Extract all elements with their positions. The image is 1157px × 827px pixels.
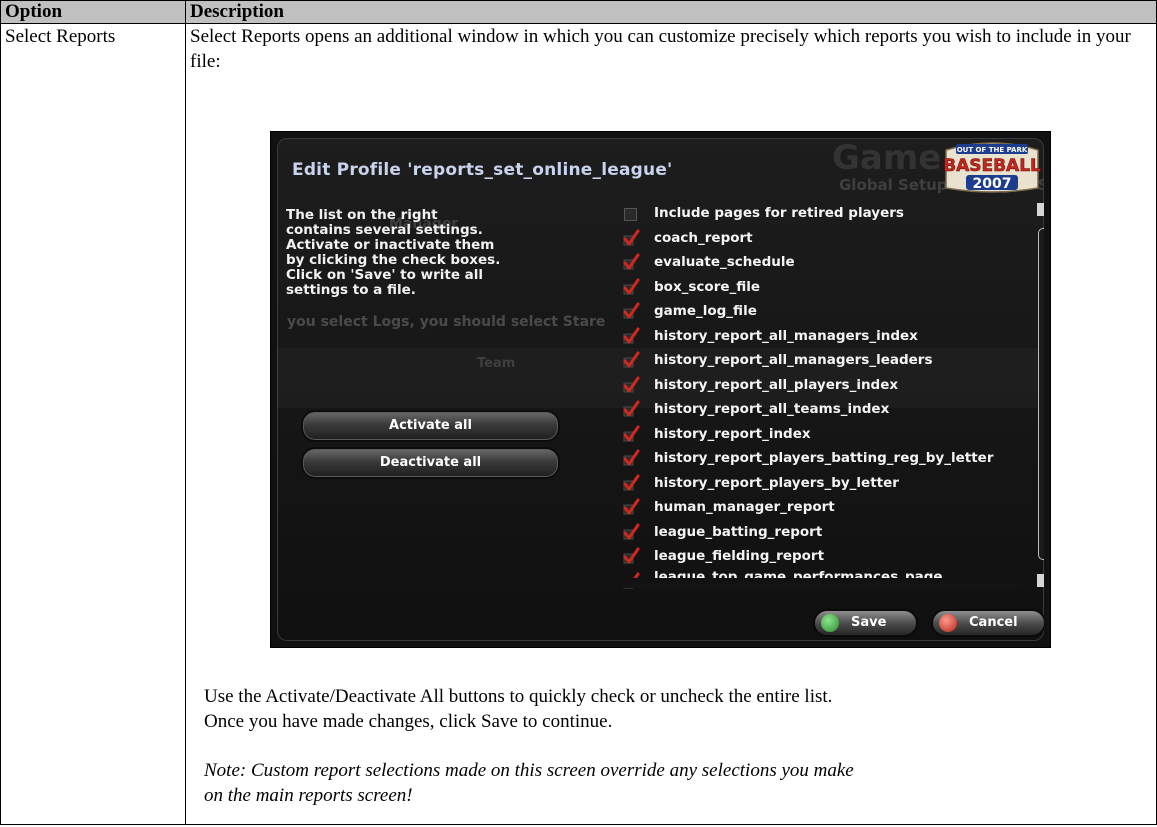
header-row: Option Description <box>0 0 1157 24</box>
checkbox-empty-icon[interactable] <box>624 208 637 221</box>
list-item[interactable]: league_batting_report <box>622 520 1022 545</box>
checkmark-icon[interactable] <box>622 278 640 296</box>
background-team: Team <box>477 356 516 371</box>
instructions-line2: Once you have made changes, click Save t… <box>204 711 613 732</box>
note-line1: Note: Custom report selections made on t… <box>204 760 854 781</box>
save-label: Save <box>851 615 887 630</box>
dialog-screenshot: Game Setup Global Setup & League Setup M… <box>270 131 1051 648</box>
list-item[interactable]: league_fielding_report <box>622 544 1022 569</box>
checkmark-icon[interactable] <box>622 302 640 320</box>
checkmark-icon[interactable] <box>622 253 640 271</box>
list-item-label: human_manager_report <box>654 499 835 515</box>
option-name-text: Select Reports <box>5 26 116 47</box>
logo-line2: BASEBALL <box>943 156 1041 176</box>
instructions-line1: Use the Activate/Deactivate All buttons … <box>204 686 833 707</box>
list-item-label: history_report_all_teams_index <box>654 401 890 417</box>
list-item[interactable]: human_manager_report <box>622 495 1022 520</box>
list-item[interactable]: box_score_file <box>622 275 1022 300</box>
cancel-icon <box>939 614 957 632</box>
list-item-label: history_report_all_managers_index <box>654 327 918 344</box>
checkmark-icon[interactable] <box>622 474 640 492</box>
list-item[interactable]: history_report_all_managers_leaders <box>622 348 1022 373</box>
deactivate-all-button[interactable]: Deactivate all <box>301 447 560 479</box>
checkmark-icon[interactable] <box>622 351 640 369</box>
list-item[interactable]: history_report_all_players_index <box>622 373 1022 398</box>
help-text: The list on the right contains several s… <box>286 207 501 298</box>
list-item-label: evaluate_schedule <box>654 254 795 270</box>
list-item[interactable]: Include pages for retired players <box>622 201 1022 226</box>
checkmark-icon[interactable] <box>622 327 640 345</box>
ootp-baseball-logo: OUT OF THE PARK BASEBALL 2007 <box>943 142 1041 193</box>
header-option: Option <box>0 0 186 24</box>
save-icon <box>821 614 839 632</box>
save-button[interactable]: Save <box>813 609 918 637</box>
list-item[interactable]: coach_report <box>622 226 1022 251</box>
list-item[interactable]: game_log_file <box>622 299 1022 324</box>
logo-line1: OUT OF THE PARK <box>957 146 1028 154</box>
dialog-title: Edit Profile 'reports_set_online_league' <box>292 160 673 180</box>
list-item-label: history_report_index <box>654 425 811 442</box>
checkmark-icon[interactable] <box>622 425 640 443</box>
list-item-label: history_report_all_players_index <box>654 376 899 393</box>
list-item-label: game_log_file <box>654 303 757 319</box>
header-description: Description <box>185 0 1157 24</box>
list-item-label: league_fielding_report <box>654 548 825 564</box>
checkmark-icon[interactable] <box>622 547 640 565</box>
list-fade <box>622 578 1022 588</box>
cancel-label: Cancel <box>969 615 1018 630</box>
checkmark-icon[interactable] <box>622 376 640 394</box>
scrollbar-thumb[interactable] <box>1038 228 1044 560</box>
list-item-label: Include pages for retired players <box>654 205 904 221</box>
logo-line3: 2007 <box>973 176 1012 192</box>
edit-profile-dialog: Game Setup Global Setup & League Setup M… <box>277 138 1044 641</box>
note-line2: on the main reports screen! <box>204 785 413 806</box>
list-item[interactable]: history_report_all_teams_index <box>622 397 1022 422</box>
checkmark-icon[interactable] <box>622 523 640 541</box>
checkmark-icon[interactable] <box>622 498 640 516</box>
list-item[interactable]: evaluate_schedule <box>622 250 1022 275</box>
checkmark-icon[interactable] <box>622 449 640 467</box>
list-item[interactable]: history_report_players_batting_reg_by_le… <box>622 446 1022 471</box>
list-item-label: coach_report <box>654 229 753 246</box>
list-item-label: history_report_players_batting_reg_by_le… <box>654 450 994 466</box>
instructions: Use the Activate/Deactivate All buttons … <box>204 684 832 734</box>
intro-text: Select Reports opens an additional windo… <box>190 26 1131 72</box>
list-item[interactable]: history_report_players_by_letter <box>622 471 1022 496</box>
checkmark-icon[interactable] <box>622 229 640 247</box>
list-item[interactable]: history_report_index <box>622 422 1022 447</box>
list-item-label: history_report_players_by_letter <box>654 474 899 491</box>
list-item-label: box_score_file <box>654 278 761 295</box>
note: Note: Custom report selections made on t… <box>204 758 854 808</box>
scroll-down-arrow-icon[interactable] <box>1037 574 1044 587</box>
report-list: Include pages for retired players coach_r… <box>622 201 1022 588</box>
list-item-label: league_batting_report <box>654 523 823 540</box>
background-hint: you select Logs, you should select Stare <box>287 314 606 330</box>
activate-all-button[interactable]: Activate all <box>301 410 560 442</box>
list-item[interactable]: history_report_all_managers_index <box>622 324 1022 349</box>
scroll-up-arrow-icon[interactable] <box>1037 203 1044 216</box>
option-name: Select Reports <box>0 23 186 825</box>
cancel-button[interactable]: Cancel <box>931 609 1044 637</box>
list-item-label: history_report_all_managers_leaders <box>654 352 933 368</box>
checkmark-icon[interactable] <box>622 400 640 418</box>
